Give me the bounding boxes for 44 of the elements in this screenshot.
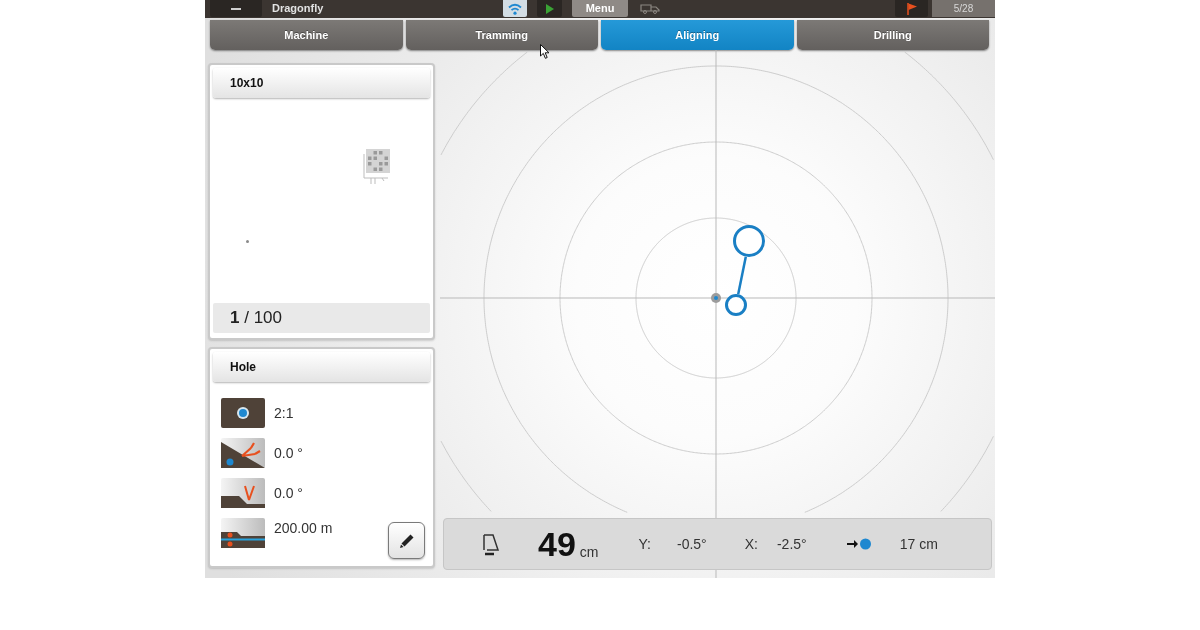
play-button[interactable] (537, 0, 562, 17)
pencil-icon (399, 533, 414, 548)
flag-icon (906, 2, 917, 15)
tab[interactable]: Tramming (405, 20, 598, 50)
play-icon (545, 3, 554, 14)
distance-value: 49 (538, 527, 576, 561)
param-value: 2:1 (274, 403, 294, 423)
large-circle-marker (733, 225, 765, 257)
flag-button[interactable] (895, 0, 928, 17)
menu-button[interactable]: Menu (572, 0, 628, 17)
minus-button[interactable] (210, 0, 262, 17)
depth-icon (221, 518, 265, 548)
page-counter: 5/28 (932, 0, 995, 17)
hole-pattern-icon (221, 398, 265, 428)
app-title: Dragonfly (272, 1, 325, 16)
panel-title: 10x10 (213, 68, 430, 98)
x-value: -2.5° (776, 534, 807, 554)
offset-value: 17 cm (899, 534, 938, 554)
hole-counter: 1 / 100 (213, 303, 430, 333)
tab[interactable]: Drilling (796, 20, 989, 50)
position-dot-icon (246, 240, 249, 243)
edit-button[interactable] (388, 522, 425, 559)
ground-angle-icon (221, 478, 265, 508)
param-value: 200.00 m (274, 519, 333, 538)
distance-unit: cm (579, 542, 599, 562)
param-value: 0.0 ° (274, 483, 303, 503)
mouse-pointer-icon (540, 44, 550, 59)
x-label: X: (744, 534, 758, 554)
truck-icon (640, 2, 660, 14)
arrow-to-dot-icon (846, 538, 871, 550)
small-circle-marker (725, 294, 747, 316)
minus-icon (231, 7, 241, 10)
tab[interactable]: Aligning (601, 20, 794, 50)
wifi-icon (508, 2, 522, 15)
tilted-frame-icon (481, 532, 501, 556)
connector-line (736, 256, 748, 295)
slope-angle-icon (221, 438, 265, 468)
y-value: -0.5° (676, 534, 707, 554)
tab[interactable]: Machine (210, 20, 403, 50)
panel-title: Hole (213, 352, 430, 382)
y-label: Y: (638, 534, 651, 554)
param-value: 0.0 ° (274, 443, 303, 463)
center-marker-icon (711, 293, 721, 303)
wifi-button[interactable] (503, 0, 527, 17)
